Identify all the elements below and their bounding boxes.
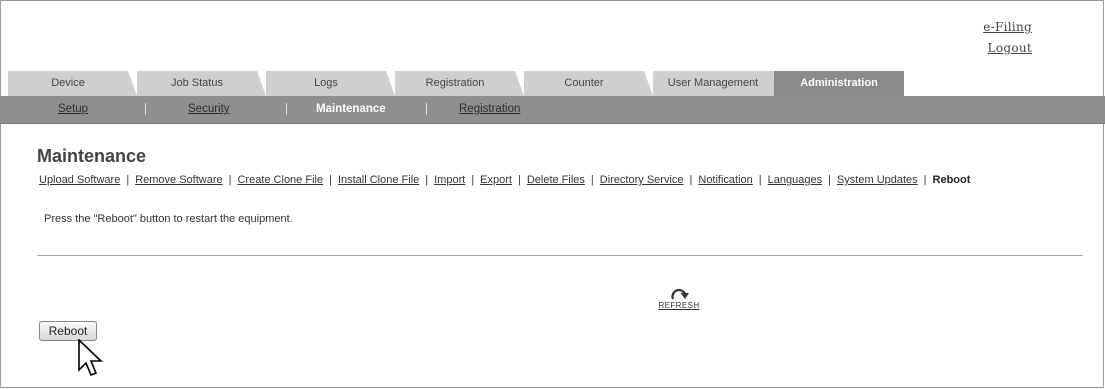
tab-device[interactable]: Device xyxy=(8,71,137,96)
subnav-separator: | xyxy=(828,174,831,186)
logout-link[interactable]: Logout xyxy=(983,38,1032,59)
top-links: e-Filing Logout xyxy=(983,17,1032,59)
subnav-separator: | xyxy=(923,174,927,186)
subnav-separator: | xyxy=(126,174,130,186)
maintenance-subnav: Upload Software | Remove Software | Create C… xyxy=(39,174,970,186)
subnav-languages[interactable]: Languages xyxy=(768,174,822,186)
submenu-registration[interactable]: Registration xyxy=(459,96,520,123)
refresh-icon xyxy=(671,288,689,300)
subnav-import[interactable]: Import xyxy=(434,174,465,186)
subnav-system-updates[interactable]: System Updates xyxy=(837,174,918,186)
subnav-separator: | xyxy=(590,174,594,186)
submenu-bar: Setup | Security | Maintenance | Registr… xyxy=(0,96,1105,124)
tab-administration[interactable]: Administration xyxy=(774,71,904,96)
subnav-reboot-current: Reboot xyxy=(932,174,971,186)
subnav-upload-software[interactable]: Upload Software xyxy=(39,174,120,186)
tab-user-management[interactable]: User Management xyxy=(653,71,782,96)
tab-counter[interactable]: Counter xyxy=(524,71,653,96)
submenu-security[interactable]: Security xyxy=(188,96,230,123)
tab-registration[interactable]: Registration xyxy=(395,71,524,96)
submenu-separator: | xyxy=(144,103,147,115)
subnav-separator: | xyxy=(471,174,475,186)
refresh-label: REFRESH xyxy=(658,301,700,310)
subnav-directory-service[interactable]: Directory Service xyxy=(600,174,684,186)
main-tabs: Device Job Status Logs Registration Coun… xyxy=(0,71,1105,96)
subnav-install-clone-file[interactable]: Install Clone File xyxy=(338,174,419,186)
subnav-export[interactable]: Export xyxy=(480,174,512,186)
submenu-separator: | xyxy=(285,103,288,115)
subnav-separator: | xyxy=(689,174,693,186)
subnav-separator: | xyxy=(758,174,762,186)
subnav-notification[interactable]: Notification xyxy=(698,174,752,186)
subnav-separator: | xyxy=(329,174,332,186)
page-title: Maintenance xyxy=(37,146,147,166)
tab-logs[interactable]: Logs xyxy=(266,71,395,96)
subnav-separator: | xyxy=(517,174,521,186)
subnav-separator: | xyxy=(228,174,232,186)
refresh-button[interactable]: REFRESH xyxy=(655,285,703,310)
mouse-pointer-icon xyxy=(78,339,103,377)
subnav-remove-software[interactable]: Remove Software xyxy=(135,174,222,186)
submenu-separator: | xyxy=(425,103,428,115)
reboot-button[interactable]: Reboot xyxy=(39,321,97,341)
subnav-separator: | xyxy=(425,174,429,186)
page-frame xyxy=(0,0,1104,388)
reboot-description: Press the "Reboot" button to restart the… xyxy=(44,213,293,225)
divider xyxy=(37,255,1083,256)
submenu-setup[interactable]: Setup xyxy=(58,96,88,123)
submenu-maintenance[interactable]: Maintenance xyxy=(316,96,386,123)
tab-job-status[interactable]: Job Status xyxy=(137,71,266,96)
subnav-create-clone-file[interactable]: Create Clone File xyxy=(237,174,323,186)
efiling-link[interactable]: e-Filing xyxy=(983,17,1032,38)
subnav-delete-files[interactable]: Delete Files xyxy=(527,174,585,186)
